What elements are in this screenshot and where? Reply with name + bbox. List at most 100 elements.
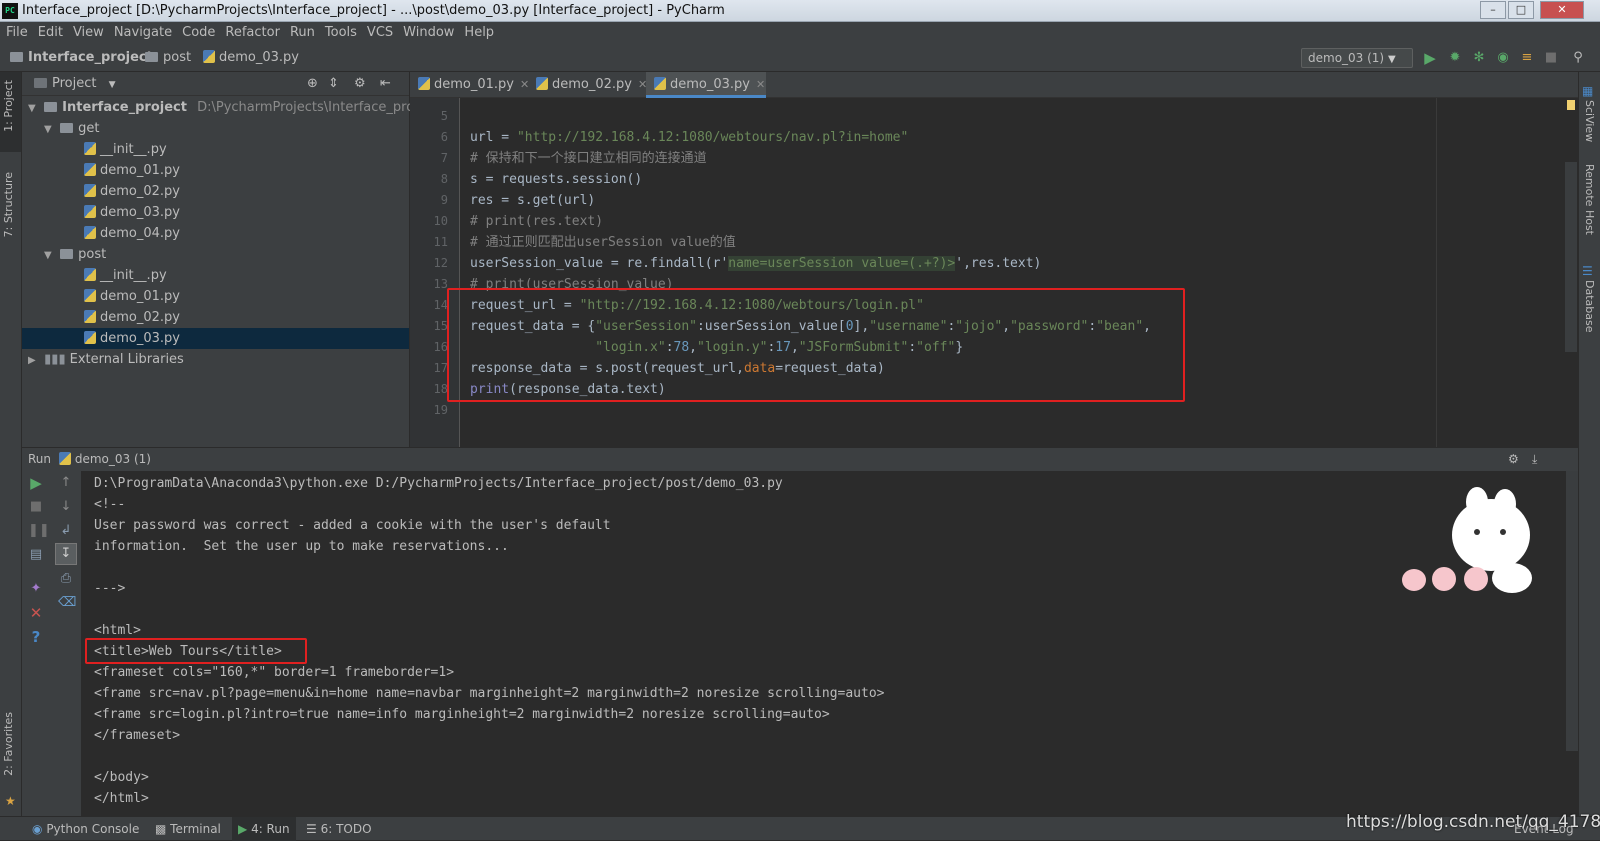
python-file-icon [203,50,215,63]
close-icon[interactable]: ✕ [1540,1,1584,19]
menu-view[interactable]: View [67,22,108,44]
concurrency-icon[interactable]: ≡ [1519,50,1535,66]
line-number: 7 [440,151,448,165]
breadcrumb-post[interactable]: post [145,44,191,72]
tree-file[interactable]: demo_03.py [22,202,409,223]
tab-project[interactable]: 1: Project [2,80,15,132]
coverage-icon[interactable]: ✻ [1471,50,1487,66]
minimize-icon[interactable]: – [1480,1,1506,19]
debug-icon[interactable]: ✹ [1447,50,1463,66]
tree-file[interactable]: demo_01.py [22,160,409,181]
tree-file[interactable]: demo_02.py [22,307,409,328]
tab-demo-03[interactable]: demo_03.py ✕ [646,72,766,98]
project-panel-title[interactable]: Project [52,76,96,91]
stop-icon[interactable]: ■ [28,499,44,515]
terminal-tab[interactable]: ▩ Terminal [155,817,221,841]
terminal-icon: ▩ [155,822,167,836]
tree-folder-post[interactable]: ▼ post [22,244,409,265]
chevron-down-icon[interactable]: ▼ [109,80,116,90]
todo-tab[interactable]: ☰ 6: TODO [306,817,372,841]
folder-icon [145,52,158,62]
trash-icon[interactable]: ⌫ [58,595,76,611]
run-console[interactable]: D:\ProgramData\Anaconda3\python.exe D:/P… [82,471,1578,816]
run-tab[interactable]: ▶ 4: Run [232,817,296,841]
python-file-icon [84,226,96,239]
pause-icon[interactable]: ❚❚ [28,523,50,539]
folder-icon [44,102,58,112]
hide-icon[interactable]: ⇤ [380,72,391,96]
python-file-icon [84,205,96,218]
breadcrumb-file[interactable]: demo_03.py [203,44,299,72]
menu-help[interactable]: Help [458,22,498,44]
run-icon[interactable]: ▶ [1422,50,1438,66]
rerun-icon[interactable]: ▶ [28,475,44,491]
menu-vcs[interactable]: VCS [361,22,397,44]
tab-structure[interactable]: 7: Structure [2,172,15,237]
tab-database[interactable]: Database [1583,280,1596,333]
tree-file[interactable]: demo_01.py [22,286,409,307]
collapsed-arrow-icon: ▶ [28,355,36,366]
up-arrow-icon[interactable]: ↑ [58,475,74,491]
python-file-icon [84,184,96,197]
run-config-name[interactable]: demo_03 (1) [75,452,151,466]
line-number: 6 [440,130,448,144]
code-line: # print(res.text) [470,214,604,229]
menu-window[interactable]: Window [397,22,458,44]
maximize-icon[interactable]: □ [1508,1,1534,19]
menu-tools[interactable]: Tools [319,22,361,44]
soft-wrap-icon[interactable]: ↲ [58,523,74,539]
tab-remote-host[interactable]: Remote Host [1583,164,1596,235]
breadcrumb-project[interactable]: Interface_project [10,44,153,72]
profile-icon[interactable]: ◉ [1495,50,1511,66]
menu-code[interactable]: Code [176,22,219,44]
collapse-icon[interactable]: ⇕ [328,72,339,96]
tab-demo-01[interactable]: demo_01.py ✕ [410,72,529,98]
expanded-arrow-icon: ▼ [44,250,52,261]
menu-edit[interactable]: Edit [32,22,67,44]
pin-icon[interactable]: ✦ [28,581,44,597]
editor-scrollbar[interactable] [1565,162,1577,352]
close-icon[interactable]: ✕ [28,605,44,621]
python-icon: ◉ [32,822,43,836]
tab-sciview[interactable]: SciView [1583,100,1596,142]
status-tab-label: Python Console [46,822,140,836]
python-console-tab[interactable]: ◉ Python Console [32,817,139,841]
tree-root[interactable]: ▼ Interface_project D:\PycharmProjects\I… [22,97,438,118]
locate-icon[interactable]: ⊕ [307,72,318,96]
status-tab-label: 6: TODO [320,822,372,836]
down-arrow-icon[interactable]: ↓ [58,499,74,515]
scroll-to-end-icon[interactable]: ↧ [55,543,77,565]
python-file-icon [536,77,548,90]
tab-label: demo_01.py [434,77,514,92]
menu-run[interactable]: Run [284,22,319,44]
search-icon[interactable]: ⚲ [1570,50,1586,66]
tab-favorites[interactable]: 2: Favorites [2,712,15,776]
run-config-selector[interactable]: demo_03 (1) ▼ [1301,48,1413,68]
menu-file[interactable]: File [0,22,32,44]
hide-icon[interactable]: ⤓ [1532,448,1537,470]
stop-icon[interactable]: ■ [1543,50,1559,66]
close-tab-icon[interactable]: ✕ [756,78,765,91]
tree-file[interactable]: demo_04.py [22,223,409,244]
console-scrollbar[interactable] [1566,471,1578,751]
tree-file[interactable]: __init__.py [22,265,409,286]
python-file-icon [418,77,430,90]
print-icon[interactable]: ⎙ [58,571,74,587]
line-number: 5 [440,109,448,123]
menu-navigate[interactable]: Navigate [108,22,176,44]
line-number: 16 [433,340,448,354]
console-line: ---> [94,581,126,596]
tree-file[interactable]: __init__.py [22,139,409,160]
tree-external-libraries[interactable]: ▶ ▮▮▮ External Libraries [22,349,409,370]
menu-refactor[interactable]: Refactor [219,22,284,44]
piglet [1402,569,1426,591]
gear-icon[interactable]: ⚙ [1508,448,1519,470]
tree-file[interactable]: demo_02.py [22,181,409,202]
tree-folder-get[interactable]: ▼ get [22,118,409,139]
tree-file-selected[interactable]: demo_03.py [22,328,409,349]
tab-demo-02[interactable]: demo_02.py ✕ [528,72,647,98]
help-icon[interactable]: ? [28,629,44,645]
console-line: information. Set the user up to make res… [94,539,509,554]
gear-icon[interactable]: ⚙ [354,72,366,96]
layout-icon[interactable]: ▤ [28,547,44,563]
